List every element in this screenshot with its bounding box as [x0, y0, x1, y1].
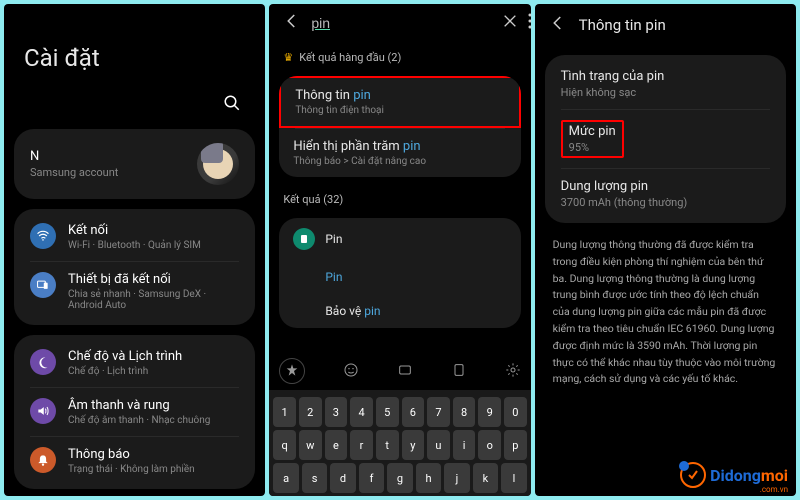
info-item[interactable]: Dung lượng pin3700 mAh (thông thường): [545, 169, 786, 219]
settings-item[interactable]: Thông báo Trạng thái · Không làm phiền: [14, 437, 255, 485]
key-6[interactable]: 6: [402, 397, 425, 427]
key-p[interactable]: p: [504, 430, 527, 460]
item-desc: Chia sẻ nhanh · Samsung DeX · Android Au…: [68, 289, 239, 311]
key-f[interactable]: f: [359, 463, 384, 493]
key-i[interactable]: i: [453, 430, 476, 460]
key-k[interactable]: k: [473, 463, 498, 493]
wifi-icon: [30, 223, 56, 249]
key-8[interactable]: 8: [453, 397, 476, 427]
app-icon: [293, 228, 315, 250]
moon-icon: [30, 349, 56, 375]
item-title: Kết nối: [68, 223, 201, 238]
key-a[interactable]: a: [273, 463, 298, 493]
gif-icon[interactable]: [397, 362, 413, 381]
search-input[interactable]: [311, 15, 492, 31]
search-icon[interactable]: [223, 94, 241, 115]
key-w[interactable]: w: [299, 430, 322, 460]
bell-icon: [30, 447, 56, 473]
info-item[interactable]: Mức pin95%: [545, 110, 786, 168]
item-desc: Trạng thái · Không làm phiền: [68, 464, 195, 475]
key-j[interactable]: j: [444, 463, 469, 493]
sound-icon: [30, 398, 56, 424]
key-g[interactable]: g: [387, 463, 412, 493]
watermark-logo: Didongmoi .com.vn: [680, 462, 788, 488]
key-7[interactable]: 7: [427, 397, 450, 427]
key-2[interactable]: 2: [299, 397, 322, 427]
more-icon[interactable]: [528, 13, 530, 32]
search-result-item[interactable]: Bảo vệ pin: [279, 294, 520, 328]
info-item[interactable]: Tình trạng của pinHiện không sạc: [545, 59, 786, 109]
key-t[interactable]: t: [376, 430, 399, 460]
settings-icon[interactable]: [505, 362, 521, 381]
account-sub: Samsung account: [30, 166, 118, 179]
key-r[interactable]: r: [350, 430, 373, 460]
item-desc: Chế độ · Lịch trình: [68, 366, 182, 377]
settings-item[interactable]: Âm thanh và rung Chế độ âm thanh · Nhạc c…: [14, 388, 255, 436]
search-result-item[interactable]: Hiển thị phần trăm pinThông báo > Cài đặ…: [279, 129, 520, 177]
key-e[interactable]: e: [325, 430, 348, 460]
settings-title: Cài đặt: [4, 4, 265, 88]
key-1[interactable]: 1: [273, 397, 296, 427]
back-icon[interactable]: [283, 12, 301, 33]
key-d[interactable]: d: [330, 463, 355, 493]
back-icon[interactable]: [549, 14, 567, 35]
key-y[interactable]: y: [402, 430, 425, 460]
results-header: Kết quả (32): [269, 183, 530, 212]
key-4[interactable]: 4: [350, 397, 373, 427]
settings-item[interactable]: Thiết bị đã kết nối Chia sẻ nhanh · Samsu…: [14, 262, 255, 321]
key-0[interactable]: 0: [504, 397, 527, 427]
search-result-item[interactable]: Thông tin pinThông tin điện thoại: [279, 76, 520, 128]
item-title: Âm thanh và rung: [68, 398, 210, 413]
key-h[interactable]: h: [416, 463, 441, 493]
keyboard[interactable]: 1234567890qwertyuiopasdfghjklzxcvbnm!#1,…: [269, 390, 530, 496]
search-result-item[interactable]: Pin: [279, 260, 520, 294]
key-3[interactable]: 3: [325, 397, 348, 427]
search-result-item[interactable]: Pin: [279, 218, 520, 260]
key-s[interactable]: s: [302, 463, 327, 493]
key-9[interactable]: 9: [478, 397, 501, 427]
key-l[interactable]: l: [501, 463, 526, 493]
key-o[interactable]: o: [478, 430, 501, 460]
settings-item[interactable]: Chế độ và Lịch trình Chế độ · Lịch trình: [14, 339, 255, 387]
emoji-icon[interactable]: [343, 362, 359, 381]
account-card[interactable]: N Samsung account: [14, 129, 255, 199]
item-desc: Chế độ âm thanh · Nhạc chuông: [68, 415, 210, 426]
key-q[interactable]: q: [273, 430, 296, 460]
kbd-tools-icon[interactable]: [279, 358, 305, 384]
account-name: N: [30, 149, 118, 164]
devices-icon: [30, 272, 56, 298]
item-title: Thiết bị đã kết nối: [68, 272, 239, 287]
clipboard-icon[interactable]: [451, 362, 467, 381]
settings-item[interactable]: Kết nối Wi-Fi · Bluetooth · Quản lý SIM: [14, 213, 255, 261]
page-title: Thông tin pin: [579, 16, 666, 34]
top-results-header: ♛ Kết quả hàng đầu (2): [269, 41, 530, 70]
key-5[interactable]: 5: [376, 397, 399, 427]
avatar[interactable]: [197, 143, 239, 185]
item-title: Thông báo: [68, 447, 195, 462]
item-title: Chế độ và Lịch trình: [68, 349, 182, 364]
battery-description: Dung lượng thông thường đã được kiểm tra…: [535, 233, 796, 392]
key-u[interactable]: u: [427, 430, 450, 460]
crown-icon: ♛: [283, 51, 293, 64]
close-icon[interactable]: [502, 13, 518, 32]
item-desc: Wi-Fi · Bluetooth · Quản lý SIM: [68, 240, 201, 251]
